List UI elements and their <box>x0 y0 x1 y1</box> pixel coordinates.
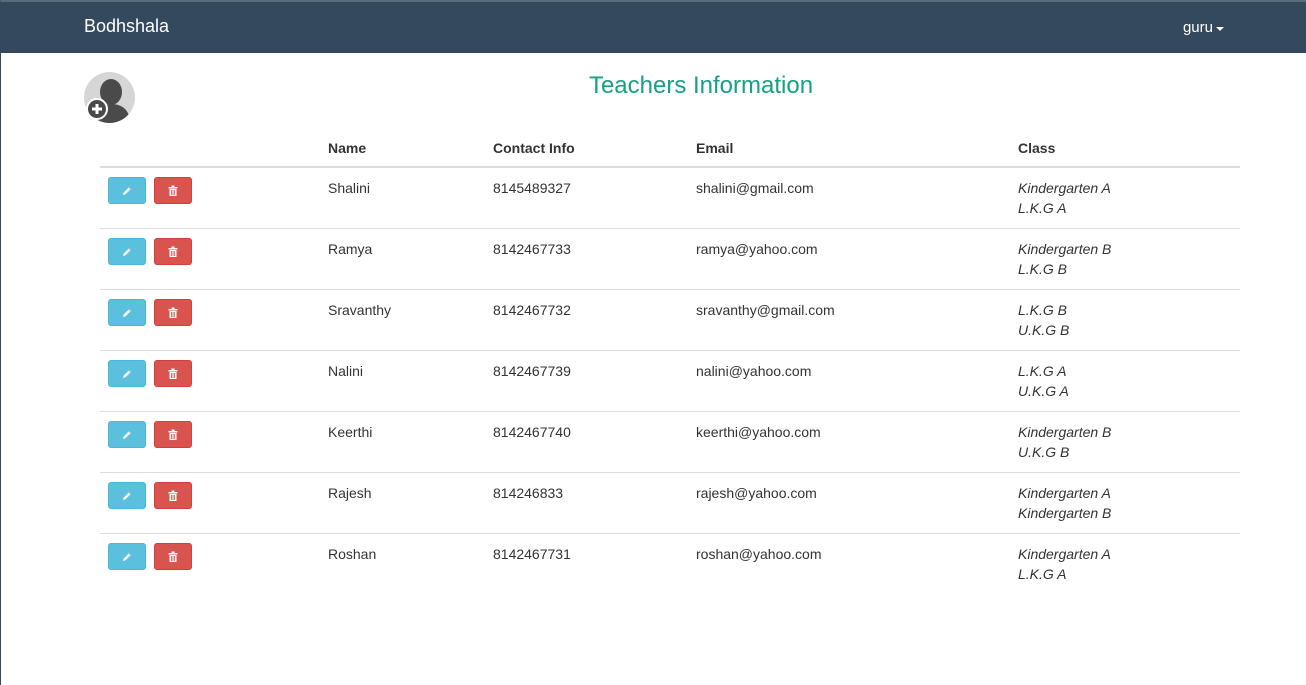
teacher-classes: Kindergarten B L.K.G B <box>1010 228 1240 290</box>
contact-header: Contact Info <box>485 129 688 168</box>
teacher-email: shalini@gmail.com <box>696 180 814 196</box>
class-item: Kindergarten A <box>1018 180 1111 196</box>
trash-icon <box>168 429 178 440</box>
teacher-contact: 8142467739 <box>485 350 688 412</box>
teacher-contact: 8142467731 <box>485 533 688 594</box>
teacher-classes: Kindergarten B U.K.G B <box>1010 411 1240 473</box>
class-item: L.K.G A <box>1018 200 1067 216</box>
navbar: Bodhshala guru <box>1 2 1306 53</box>
teacher-email: roshan@yahoo.com <box>688 533 1010 594</box>
teacher-email: keerthi@yahoo.com <box>688 411 1010 473</box>
class-header: Class <box>1010 129 1240 168</box>
delete-button[interactable] <box>154 177 192 204</box>
class-item: Kindergarten B <box>1018 424 1112 440</box>
teacher-contact: 8142467732 <box>485 289 688 351</box>
actions-cell <box>100 228 320 290</box>
trash-icon <box>168 185 178 196</box>
user-name: guru <box>1182 19 1213 36</box>
page-title: Teachers Information <box>588 72 814 99</box>
class-item: Kindergarten B <box>1018 241 1112 257</box>
class-item: L.K.G A <box>1018 363 1067 379</box>
class-item: Kindergarten A <box>1018 485 1111 501</box>
teacher-name: Ramya <box>320 228 485 290</box>
actions-cell <box>100 411 320 473</box>
class-item: U.K.G A <box>1018 383 1069 399</box>
edit-button[interactable] <box>108 543 146 570</box>
actions-cell <box>100 533 320 594</box>
pencil-icon <box>123 186 131 195</box>
pencil-icon <box>123 430 131 439</box>
table-row: Rajesh 814246833 rajesh@yahoo.com Kinder… <box>100 472 1240 534</box>
edit-button[interactable] <box>108 177 146 204</box>
table-row: Roshan 8142467731 roshan@yahoo.com Kinde… <box>100 533 1240 594</box>
pencil-icon <box>123 247 131 256</box>
teacher-name: Nalini <box>320 350 485 412</box>
actions-cell <box>100 472 320 534</box>
delete-button[interactable] <box>154 360 192 387</box>
name-header: Name <box>320 129 485 168</box>
teachers-table: Name Contact Info Email Class Shalini 81… <box>100 129 1240 594</box>
pencil-icon <box>123 369 131 378</box>
teacher-contact: 8142467733 <box>485 228 688 290</box>
pencil-icon <box>123 491 131 500</box>
actions-header <box>100 129 320 168</box>
class-item: Kindergarten B <box>1018 505 1112 521</box>
class-item: L.K.G B <box>1018 261 1068 277</box>
table-row: Shalini 8145489327 shalini@gmail.com Kin… <box>100 167 1240 229</box>
class-item: U.K.G B <box>1018 322 1070 338</box>
teacher-contact: 814246833 <box>485 472 688 534</box>
trash-icon <box>168 368 178 379</box>
edit-button[interactable] <box>108 360 146 387</box>
teacher-classes: Kindergarten A L.K.G A <box>1010 533 1240 594</box>
trash-icon <box>168 490 178 501</box>
user-dropdown[interactable]: guru <box>1183 19 1224 36</box>
teacher-classes: Kindergarten A Kindergarten B <box>1010 472 1240 534</box>
teacher-name: Sravanthy <box>320 289 485 351</box>
class-item: Kindergarten A <box>1018 546 1111 562</box>
teachers-table-container: Name Contact Info Email Class Shalini 81… <box>100 129 1240 594</box>
pencil-icon <box>123 552 131 561</box>
teacher-name: Rajesh <box>320 472 485 534</box>
teacher-email: rajesh@yahoo.com <box>688 472 1010 534</box>
trash-icon <box>168 551 178 562</box>
teacher-contact: 8142467740 <box>485 411 688 473</box>
actions-cell <box>100 289 320 351</box>
teacher-email: nalini@yahoo.com <box>688 350 1010 412</box>
delete-button[interactable] <box>154 238 192 265</box>
class-item: L.K.G B <box>1018 302 1068 318</box>
table-row: Ramya 8142467733 ramya@yahoo.com Kinderg… <box>100 228 1240 290</box>
edit-button[interactable] <box>108 238 146 265</box>
edit-button[interactable] <box>108 299 146 326</box>
edit-button[interactable] <box>108 421 146 448</box>
edit-button[interactable] <box>108 482 146 509</box>
table-row: Sravanthy 8142467732 sravanthy@gmail.com… <box>100 289 1240 351</box>
delete-button[interactable] <box>154 482 192 509</box>
class-item: U.K.G B <box>1018 444 1070 460</box>
teacher-name: Keerthi <box>320 411 485 473</box>
actions-cell <box>100 350 320 412</box>
delete-button[interactable] <box>154 543 192 570</box>
brand-link[interactable]: Bodhshala <box>84 16 169 37</box>
teacher-email: ramya@yahoo.com <box>688 228 1010 290</box>
teacher-name: Shalini <box>328 180 371 196</box>
pencil-icon <box>123 308 131 317</box>
caret-down-icon <box>1216 26 1224 31</box>
table-row: Keerthi 8142467740 keerthi@yahoo.com Kin… <box>100 411 1240 473</box>
table-row: Nalini 8142467739 nalini@yahoo.com L.K.G… <box>100 350 1240 412</box>
delete-button[interactable] <box>154 421 192 448</box>
trash-icon <box>168 307 178 318</box>
teacher-contact: 8145489327 <box>493 180 571 196</box>
teacher-name: Roshan <box>320 533 485 594</box>
teacher-classes: L.K.G A U.K.G A <box>1010 350 1240 412</box>
teacher-classes: Kindergarten A L.K.G A <box>1010 167 1240 229</box>
email-header: Email <box>688 129 1010 168</box>
teacher-email: sravanthy@gmail.com <box>688 289 1010 351</box>
delete-button[interactable] <box>154 299 192 326</box>
class-item: L.K.G A <box>1018 566 1067 582</box>
trash-icon <box>168 246 178 257</box>
teacher-classes: L.K.G B U.K.G B <box>1010 289 1240 351</box>
actions-cell <box>100 167 320 229</box>
table-header-row: Name Contact Info Email Class <box>100 129 1240 168</box>
